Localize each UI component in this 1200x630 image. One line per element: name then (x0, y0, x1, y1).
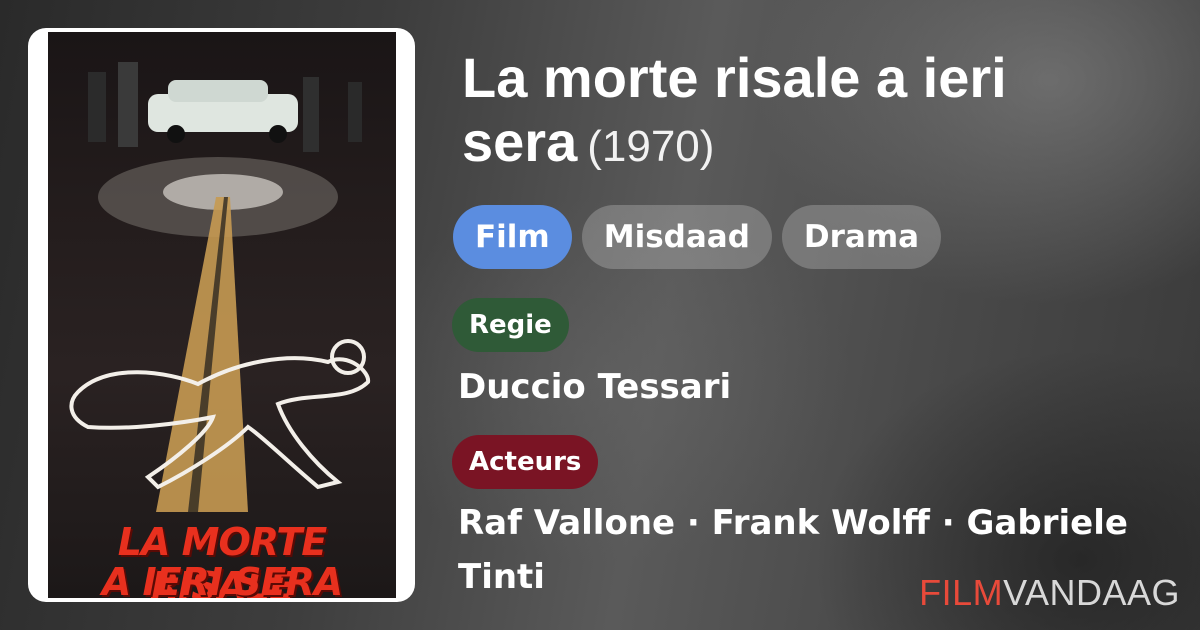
logo-film-text: FILM (919, 572, 1004, 613)
poster-artwork (69, 62, 370, 512)
movie-poster: LA MORTE RISALE A IERI SERA (48, 32, 396, 598)
genre-chip-drama[interactable]: Drama (781, 205, 942, 269)
movie-title: La morte risale a ieri sera (462, 46, 1007, 173)
genre-chip-film[interactable]: Film (453, 205, 572, 269)
director-label-badge: Regie (452, 298, 569, 352)
poster-title-line-2: A IERI SERA (101, 560, 343, 598)
director-name[interactable]: Duccio Tessari (458, 360, 731, 414)
poster-figure (88, 72, 106, 142)
filmvandaag-logo[interactable]: FILMVANDAAG (919, 572, 1180, 614)
movie-year: (1970) (587, 122, 715, 171)
genre-chips: Film Misdaad Drama (453, 205, 942, 269)
logo-vandaag-text: VANDAAG (1003, 572, 1180, 613)
genre-chip-misdaad[interactable]: Misdaad (581, 205, 772, 269)
actors-label-badge: Acteurs (452, 435, 599, 489)
movie-title-heading: La morte risale a ieri sera (1970) (462, 46, 1162, 179)
poster-card[interactable]: LA MORTE RISALE A IERI SERA (28, 28, 415, 602)
